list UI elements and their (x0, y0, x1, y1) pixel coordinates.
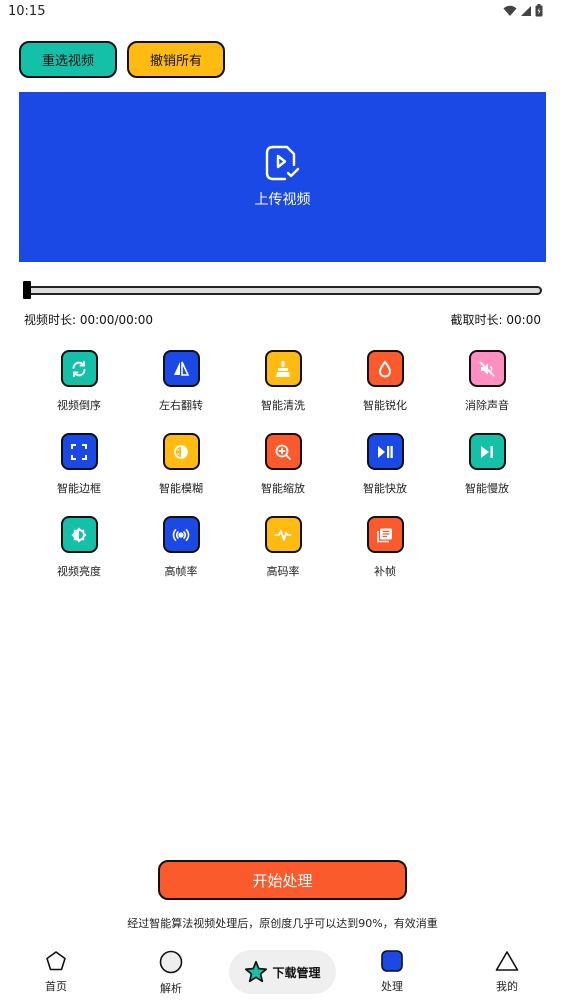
mute-icon (479, 360, 495, 377)
nav-parse-label: 解析 (160, 982, 182, 995)
tool-icon-box (468, 350, 506, 387)
processing-notice: 经过智能算法视频处理后，原创度几乎可以达到90%，有效消重 (127, 917, 438, 930)
broadcast-icon (172, 528, 190, 541)
nav-mine-label: 我的 (496, 980, 518, 993)
tool-grid: 视频倒序 左右翻转 智能清洗 智能锐化 消除声音 智能边框 智能模糊 智能缩放 … (28, 350, 538, 579)
clip-duration: 截取时长: 00:00 (450, 313, 541, 327)
tool-icon-box (60, 516, 98, 553)
nav-download-label: 下载管理 (272, 965, 321, 980)
tool-smart-fast[interactable]: 智能快放 (334, 433, 436, 496)
star-icon (245, 960, 268, 983)
circle-icon (159, 950, 183, 974)
time-info: 视频时长: 00:00/00:00 截取时长: 00:00 (24, 311, 541, 328)
tool-label: 智能边框 (57, 482, 101, 495)
tool-icon-box (60, 350, 98, 387)
battery-icon (535, 4, 543, 17)
undo-all-button[interactable]: 撤销所有 (127, 41, 225, 78)
upload-video-area[interactable]: 上传视频 (19, 92, 546, 262)
slider-track (25, 286, 542, 295)
nav-process[interactable]: 处理 (357, 950, 427, 994)
tool-label: 智能快放 (363, 482, 407, 495)
nav-home-label: 首页 (45, 980, 67, 993)
signal-icon (521, 5, 531, 16)
tool-icon-box (162, 516, 200, 553)
tool-high-framerate[interactable]: 高帧率 (130, 516, 232, 579)
tool-label: 视频亮度 (57, 565, 101, 578)
drop-icon (378, 359, 392, 377)
tool-smart-blur[interactable]: 智能模糊 (130, 433, 232, 496)
bottom-nav: 首页 解析 下载管理 处理 我的 (0, 944, 565, 1004)
tool-label: 智能清洗 (261, 399, 305, 412)
tool-remove-sound[interactable]: 消除声音 (436, 350, 538, 413)
tool-icon-box (366, 433, 404, 470)
clean-brush-icon (276, 360, 290, 377)
tool-label: 左右翻转 (159, 399, 203, 412)
flip-icon (174, 361, 190, 376)
tool-smart-sharpen[interactable]: 智能锐化 (334, 350, 436, 413)
upload-video-label: 上传视频 (254, 192, 311, 208)
nav-download-manager[interactable]: 下载管理 (229, 950, 336, 994)
reselect-video-button[interactable]: 重选视频 (19, 41, 117, 78)
top-actions: 重选视频 撤销所有 (19, 41, 225, 78)
status-bar: 10:15 (0, 0, 565, 24)
nav-home[interactable]: 首页 (21, 950, 91, 994)
frame-corners-icon (71, 443, 87, 460)
tool-label: 高帧率 (164, 565, 198, 578)
skip-next-icon (481, 445, 493, 458)
tool-smart-clean[interactable]: 智能清洗 (232, 350, 334, 413)
tool-icon-box (468, 433, 506, 470)
square-icon (381, 950, 403, 972)
nav-parse[interactable]: 解析 (136, 950, 206, 996)
tool-flip-horizontal[interactable]: 左右翻转 (130, 350, 232, 413)
tool-icon-box (366, 516, 404, 553)
tool-frame-interpolation[interactable]: 补帧 (334, 516, 436, 579)
status-time: 10:15 (8, 4, 46, 19)
video-duration: 视频时长: 00:00/00:00 (24, 313, 154, 327)
tool-label: 智能锐化 (363, 399, 407, 412)
tool-video-reverse[interactable]: 视频倒序 (28, 350, 130, 413)
tool-smart-border[interactable]: 智能边框 (28, 433, 130, 496)
tool-label: 智能缩放 (261, 482, 305, 495)
wifi-icon (503, 5, 517, 16)
tool-icon-box (264, 516, 302, 553)
tool-label: 视频倒序 (57, 399, 101, 412)
tool-icon-box (264, 350, 302, 387)
tool-label: 补帧 (374, 565, 396, 578)
timeline-slider[interactable] (23, 281, 542, 299)
waveform-icon (274, 529, 292, 541)
tool-label: 智能慢放 (465, 482, 509, 495)
play-pause-icon (378, 445, 393, 458)
tool-icon-box (366, 350, 404, 387)
tool-icon-box (162, 350, 200, 387)
tool-high-bitrate[interactable]: 高码率 (232, 516, 334, 579)
upload-video-icon (265, 145, 299, 181)
tool-label: 高码率 (266, 565, 300, 578)
tool-icon-box (60, 433, 98, 470)
tool-smart-slow[interactable]: 智能慢放 (436, 433, 538, 496)
zoom-in-icon (275, 444, 291, 460)
tool-icon-box (162, 433, 200, 470)
brightness-icon (71, 527, 87, 542)
tool-smart-zoom[interactable]: 智能缩放 (232, 433, 334, 496)
nav-process-label: 处理 (381, 980, 403, 993)
tool-label: 智能模糊 (159, 482, 203, 495)
reverse-icon (72, 360, 86, 377)
triangle-icon (495, 951, 519, 971)
start-processing-button[interactable]: 开始处理 (158, 860, 407, 900)
tool-icon-box (264, 433, 302, 470)
frames-icon (377, 528, 392, 542)
status-icons (503, 4, 543, 17)
blur-icon (174, 444, 188, 459)
pentagon-icon (46, 951, 66, 971)
tool-label: 消除声音 (465, 399, 509, 412)
nav-mine[interactable]: 我的 (472, 950, 542, 994)
tool-video-brightness[interactable]: 视频亮度 (28, 516, 130, 579)
slider-thumb[interactable] (23, 281, 31, 299)
